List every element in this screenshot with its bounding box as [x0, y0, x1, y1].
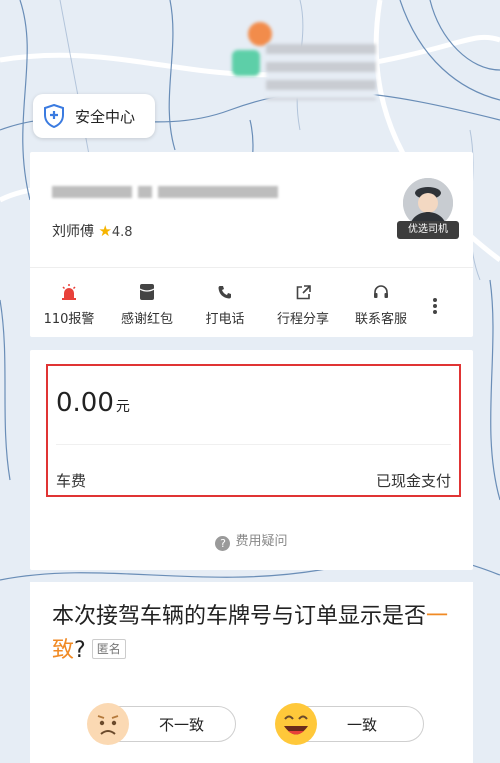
trip-share-button[interactable]: 行程分享	[264, 282, 342, 330]
more-options-button[interactable]	[420, 282, 450, 330]
fee-card: 0.00 元 车费 已现金支付 ? 费用疑问	[30, 350, 473, 570]
action-label: 110报警	[43, 312, 95, 327]
customer-service-button[interactable]: 联系客服	[342, 282, 420, 330]
action-label: 打电话	[205, 312, 245, 327]
laughing-face-icon	[275, 703, 317, 745]
safety-center-label: 安全中心	[75, 107, 136, 126]
option-not-match-button[interactable]: 不一致	[87, 703, 236, 745]
survey-question: 本次接驾车辆的车牌号与订单显示是否一致? 匿名	[52, 600, 462, 668]
survey-question-end: ?	[74, 638, 86, 663]
headset-icon	[373, 282, 389, 302]
plate-match-survey-card: 本次接驾车辆的车牌号与订单显示是否一致? 匿名 不一致 一致	[30, 582, 473, 763]
star-icon: ★	[98, 222, 112, 240]
fee-question-link[interactable]: ? 费用疑问	[30, 530, 473, 551]
location-label-blurred	[266, 44, 376, 100]
fare-amount: 0.00 元	[56, 388, 130, 418]
fare-amount-value: 0.00	[56, 388, 114, 418]
shield-icon	[44, 104, 64, 128]
option-match-label: 一致	[347, 715, 378, 734]
driver-name: 刘师傅	[52, 224, 94, 240]
action-bar: 110报警 感谢红包 打电话 行程分享 联系客服	[30, 282, 473, 330]
fee-question-label: 费用疑问	[235, 534, 288, 549]
question-icon: ?	[215, 536, 231, 551]
driver-card: 刘师傅 ★4.8 优选司机 110报警 感谢红包 打电话 行程分享 联系客服	[30, 152, 473, 337]
option-not-match-label: 不一致	[159, 715, 205, 734]
payment-status: 已现金支付	[375, 472, 451, 490]
more-vertical-icon	[433, 296, 437, 316]
premium-driver-badge: 优选司机	[397, 221, 459, 239]
anonymous-tag: 匿名	[91, 639, 126, 659]
driver-rating: 4.8	[111, 225, 133, 240]
share-icon	[296, 282, 311, 302]
red-envelope-icon	[140, 282, 154, 302]
sad-face-icon	[87, 703, 129, 745]
option-match-button[interactable]: 一致	[275, 703, 424, 745]
fee-highlight-box: 0.00 元 车费 已现金支付	[46, 364, 461, 497]
action-label: 感谢红包	[120, 312, 173, 327]
action-label: 行程分享	[276, 312, 329, 327]
phone-icon	[218, 282, 232, 302]
siren-icon	[61, 282, 77, 302]
divider	[30, 267, 473, 268]
destination-marker	[232, 50, 260, 76]
survey-question-text: 本次接驾车辆的车牌号与订单显示是否	[52, 604, 427, 629]
origin-marker	[248, 22, 272, 46]
alarm-110-button[interactable]: 110报警	[30, 282, 108, 330]
divider	[56, 444, 451, 445]
safety-center-button[interactable]: 安全中心	[33, 94, 155, 138]
fare-label: 车费	[56, 472, 87, 490]
call-button[interactable]: 打电话	[186, 282, 264, 330]
thanks-red-envelope-button[interactable]: 感谢红包	[108, 282, 186, 330]
fare-unit: 元	[115, 399, 130, 415]
action-label: 联系客服	[354, 312, 407, 327]
driver-info: 刘师傅 ★4.8	[52, 221, 133, 241]
plate-number-blurred	[52, 185, 278, 199]
